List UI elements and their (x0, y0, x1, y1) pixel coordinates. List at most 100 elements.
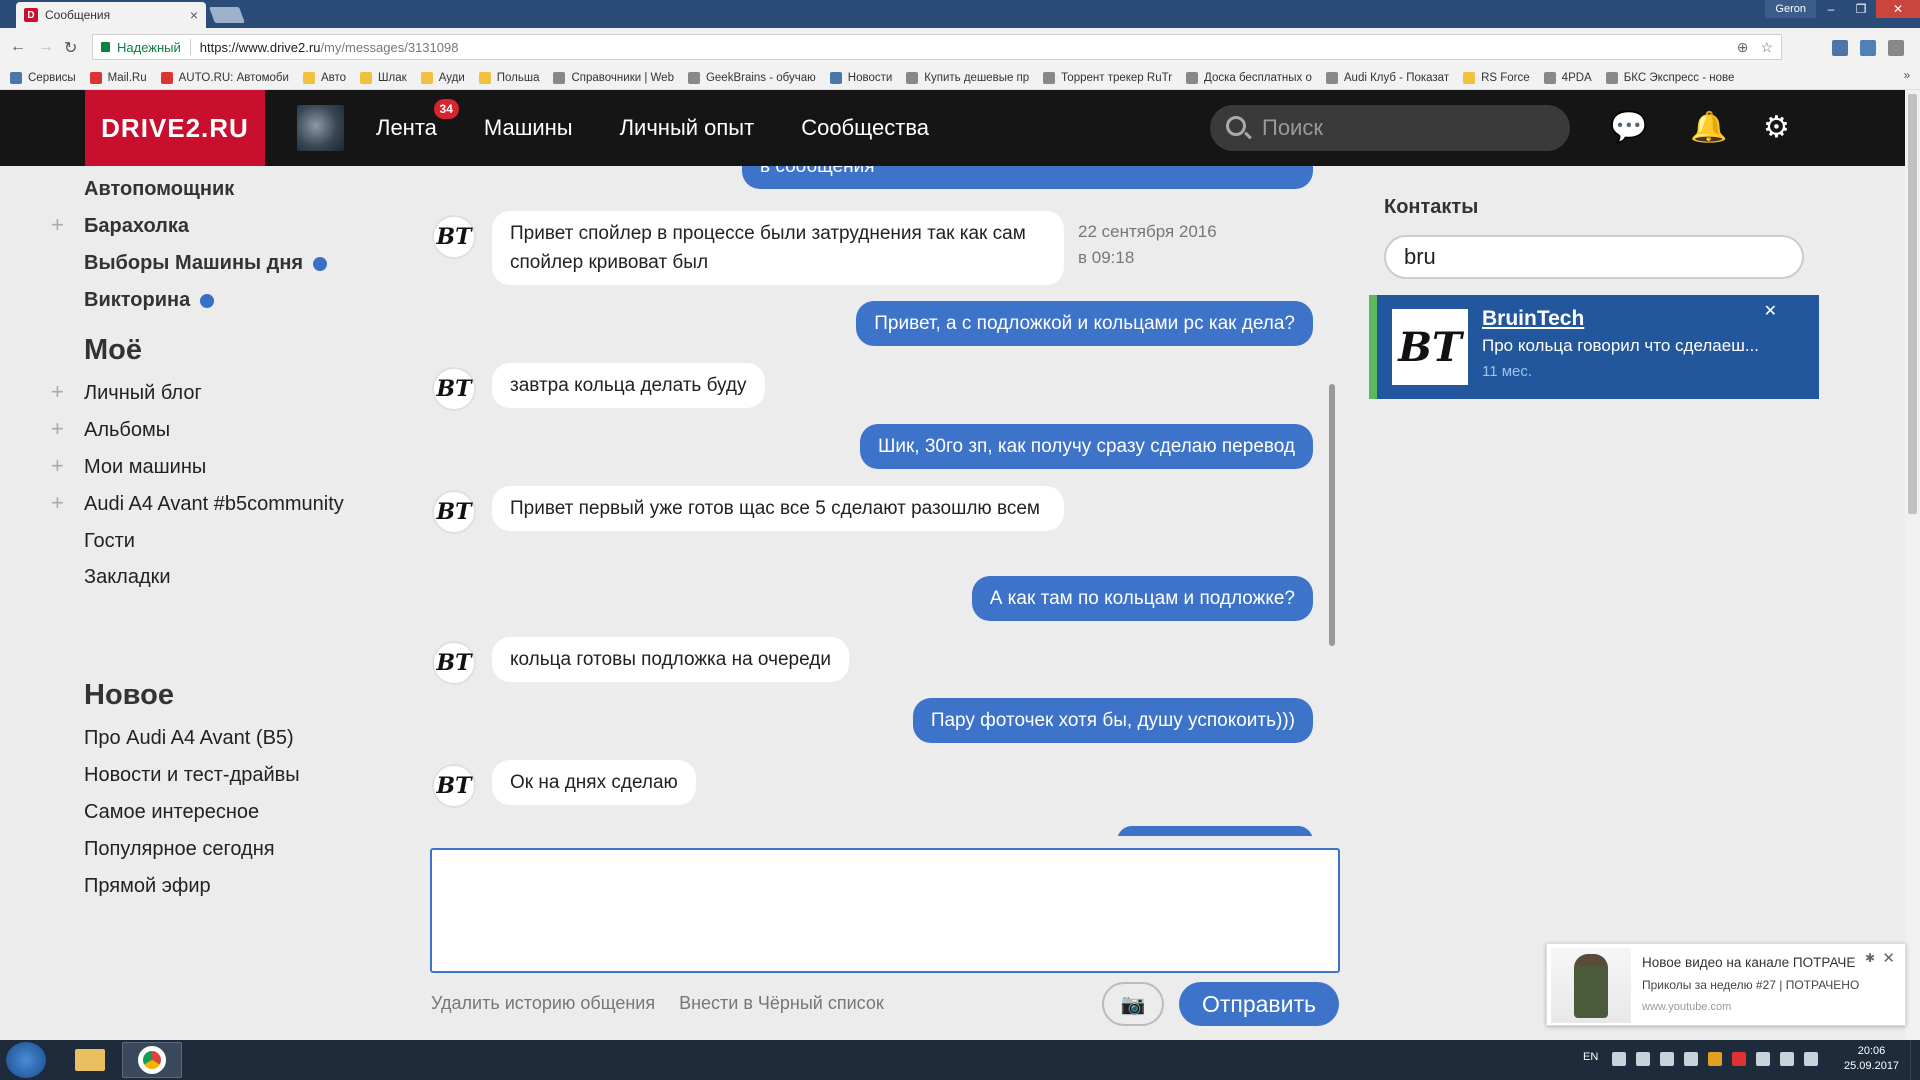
sidebar-item[interactable]: Прямой эфир (84, 875, 211, 898)
bookmark-item[interactable]: Новости (829, 71, 892, 84)
nav-cars[interactable]: Машины (484, 115, 573, 141)
sender-avatar[interactable]: BT (432, 764, 476, 808)
vk-extension-icon[interactable] (1860, 40, 1876, 56)
send-button[interactable]: Отправить (1179, 982, 1339, 1026)
attach-photo-button[interactable]: 📷 (1102, 982, 1164, 1026)
sidebar-item[interactable]: Гости (84, 530, 135, 553)
bell-icon[interactable]: 🔔 (1690, 112, 1727, 144)
blacklist-link[interactable]: Внести в Чёрный список (679, 993, 884, 1014)
tray-icon[interactable] (1684, 1052, 1698, 1066)
bookmark-item[interactable]: Справочники | Web (553, 71, 674, 84)
sidebar-item[interactable]: Викторина (84, 289, 215, 312)
flag-icon[interactable] (1780, 1052, 1794, 1066)
contact-remove-icon[interactable]: ✕ (1764, 301, 1777, 321)
delete-history-link[interactable]: Удалить историю общения (431, 993, 655, 1014)
bookmark-item[interactable]: БКС Экспресс - нове (1605, 71, 1734, 84)
plus-icon[interactable]: + (51, 490, 64, 516)
network-icon[interactable] (1756, 1052, 1770, 1066)
extension-icon[interactable] (1832, 40, 1848, 56)
bookmark-item[interactable]: Авто (302, 71, 346, 84)
back-icon[interactable]: ← (10, 38, 26, 56)
bookmark-item[interactable]: Шлак (360, 71, 407, 84)
contact-item[interactable]: BT BruinTech Про кольца говорил что сдел… (1369, 295, 1819, 399)
bookmark-item[interactable]: RS Force (1463, 71, 1530, 84)
bookmark-item[interactable]: Mail.Ru (89, 71, 147, 84)
profile-button[interactable]: Geron (1765, 0, 1816, 18)
sidebar-item[interactable]: Автопомощник (84, 178, 234, 201)
new-tab-button[interactable] (209, 7, 245, 23)
sidebar-item[interactable]: Самое интересное (84, 801, 259, 824)
sidebar-item[interactable]: Альбомы (84, 419, 170, 442)
sidebar-item[interactable]: Audi A4 Avant #b5community (84, 493, 344, 516)
messages-icon[interactable]: 💬 (1610, 112, 1647, 144)
page-scrollbar-thumb[interactable] (1908, 94, 1917, 514)
address-bar[interactable]: Надежный https://www.drive2.ru /my/messa… (92, 34, 1782, 60)
contacts-search-input[interactable]: bru (1384, 235, 1804, 279)
plus-icon[interactable]: + (51, 379, 64, 405)
nav-communities[interactable]: Сообщества (801, 115, 929, 141)
message-input[interactable] (430, 848, 1340, 973)
sender-avatar[interactable]: BT (432, 367, 476, 411)
site-search-input[interactable]: Поиск (1210, 105, 1570, 151)
sidebar-item[interactable]: Мои машины (84, 456, 206, 479)
tray-icon[interactable] (1732, 1052, 1746, 1066)
page-scrollbar[interactable] (1905, 90, 1920, 1040)
sender-avatar[interactable]: BT (432, 641, 476, 685)
sender-avatar[interactable]: BT (432, 215, 476, 259)
tray-icon[interactable] (1660, 1052, 1674, 1066)
sidebar-item[interactable]: Барахолка (84, 215, 189, 238)
sidebar-item[interactable]: Закладки (84, 566, 171, 589)
sidebar-item[interactable]: Про Audi A4 Avant (B5) (84, 727, 294, 750)
bookmark-item[interactable]: Польша (478, 71, 539, 84)
bookmark-item[interactable]: Ауди (420, 71, 465, 84)
tray-icon[interactable] (1636, 1052, 1650, 1066)
contact-name[interactable]: BruinTech (1482, 307, 1584, 331)
sidebar-item[interactable]: Личный блог (84, 382, 202, 405)
secure-indicator[interactable]: Надежный (101, 40, 181, 55)
start-button[interactable] (6, 1042, 46, 1078)
bookmark-item[interactable]: Доска бесплатных о (1186, 71, 1312, 84)
bookmark-item[interactable]: Купить дешевые пр (906, 71, 1029, 84)
plus-icon[interactable]: + (51, 416, 64, 442)
bookmarks-overflow-icon[interactable]: » (1904, 70, 1910, 82)
bookmark-item[interactable]: GeekBrains - обучаю (687, 71, 816, 84)
nav-feed[interactable]: Лента 34 (376, 99, 459, 141)
bookmark-item[interactable]: 4PDA (1543, 71, 1592, 84)
maximize-icon[interactable]: ❐ (1846, 0, 1876, 18)
minimize-icon[interactable]: – (1816, 0, 1846, 18)
reload-icon[interactable]: ↻ (64, 38, 77, 58)
sender-avatar[interactable]: BT (432, 490, 476, 534)
warning-icon[interactable] (1708, 1052, 1722, 1066)
zoom-icon[interactable]: ⊕ (1737, 39, 1749, 56)
plus-icon[interactable]: + (51, 212, 64, 238)
notification-close-icon[interactable]: ✕ (1882, 949, 1895, 967)
notification-settings-icon[interactable]: ✱ (1865, 951, 1875, 965)
sidebar-item[interactable]: Популярное сегодня (84, 838, 275, 861)
bookmark-item[interactable]: Audi Клуб - Показат (1325, 71, 1449, 84)
menu-icon[interactable] (1888, 40, 1904, 56)
language-indicator[interactable]: EN (1583, 1051, 1598, 1063)
gear-icon[interactable]: ⚙ (1763, 112, 1790, 144)
youtube-notification[interactable]: Новое видео на канале ПОТРАЧЕ Приколы за… (1546, 943, 1906, 1026)
plus-icon[interactable]: + (51, 453, 64, 479)
bookmark-star-icon[interactable]: ☆ (1760, 39, 1773, 56)
forward-icon[interactable]: → (38, 38, 54, 56)
bookmark-item[interactable]: Торрент трекер RuTr (1043, 71, 1172, 84)
user-avatar[interactable] (297, 105, 344, 151)
tray-icon[interactable] (1612, 1052, 1626, 1066)
window-close-icon[interactable]: ✕ (1876, 0, 1920, 18)
explorer-taskbar-icon[interactable] (60, 1042, 120, 1078)
clock[interactable]: 20:06 25.09.2017 (1844, 1044, 1899, 1074)
browser-tab[interactable]: D Сообщения × (16, 2, 206, 28)
thread-scrollbar[interactable] (1329, 384, 1335, 646)
nav-experience[interactable]: Личный опыт (620, 115, 755, 141)
tab-close-icon[interactable]: × (190, 7, 198, 23)
bookmark-item[interactable]: Сервисы (10, 71, 76, 84)
sidebar-item[interactable]: Новости и тест-драйвы (84, 764, 300, 787)
volume-icon[interactable] (1804, 1052, 1818, 1066)
chrome-taskbar-icon[interactable] (122, 1042, 182, 1078)
sidebar-item[interactable]: Выборы Машины дня (84, 252, 328, 275)
show-desktop-button[interactable] (1910, 1040, 1920, 1080)
bookmark-item[interactable]: AUTO.RU: Автомоби (160, 71, 289, 84)
site-logo[interactable]: DRIVE2.RU (85, 90, 265, 166)
